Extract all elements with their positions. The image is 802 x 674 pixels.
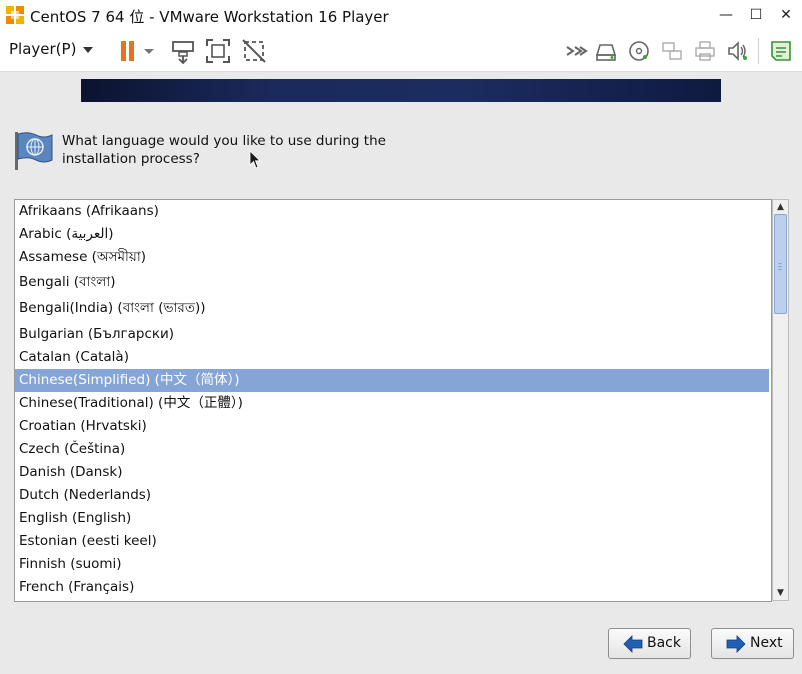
network-icon[interactable] xyxy=(659,38,685,64)
language-list-item[interactable]: Czech (Čeština) xyxy=(15,438,769,461)
language-list-item[interactable]: Chinese(Simplified) (中文（简体）) xyxy=(15,369,769,392)
message-log-icon[interactable] xyxy=(768,38,794,64)
next-button[interactable]: Next xyxy=(711,628,794,659)
language-list-item[interactable]: Croatian (Hrvatski) xyxy=(15,415,769,438)
pause-icon[interactable] xyxy=(115,38,141,64)
language-list-item[interactable]: Arabic (العربية) xyxy=(15,223,769,246)
unity-icon[interactable] xyxy=(241,38,267,64)
language-list-item[interactable]: Catalan (Català) xyxy=(15,346,769,369)
language-question: What language would you like to use duri… xyxy=(62,132,422,168)
cd-dvd-icon[interactable] xyxy=(626,38,652,64)
player-menu[interactable]: Player(P) xyxy=(9,40,76,58)
next-button-label: Next xyxy=(750,635,783,651)
title-bar: CentOS 7 64 位 - VMware Workstation 16 Pl… xyxy=(0,0,802,30)
toolbar-separator xyxy=(758,38,759,64)
back-arrow-icon xyxy=(623,635,643,653)
maximize-button[interactable]: ☐ xyxy=(742,2,770,28)
close-icon: ✕ xyxy=(780,7,792,23)
language-list-item[interactable]: Bengali(India) (বাংলা (ভারত)) xyxy=(15,297,769,320)
language-list-scrollbar[interactable]: ▲ – – – ▼ xyxy=(772,199,789,601)
player-menu-dropdown-icon[interactable] xyxy=(83,47,93,53)
mouse-cursor-icon xyxy=(249,150,261,169)
hard-disk-icon[interactable] xyxy=(593,38,619,64)
minimize-icon: — xyxy=(719,7,733,23)
language-list-item[interactable]: English (English) xyxy=(15,507,769,530)
language-flag-icon xyxy=(15,132,53,170)
language-list-item[interactable]: Bengali (বাংলা) xyxy=(15,271,769,294)
minimize-button[interactable]: — xyxy=(712,2,740,28)
language-list[interactable]: Afrikaans (Afrikaans) Arabic (العربية) Ass… xyxy=(14,199,772,602)
window-title: CentOS 7 64 位 - VMware Workstation 16 Pl… xyxy=(30,8,389,26)
sound-icon[interactable] xyxy=(725,38,751,64)
scroll-grip-icon: – – – xyxy=(778,259,782,274)
close-button[interactable]: ✕ xyxy=(772,2,800,28)
printer-icon[interactable] xyxy=(692,38,718,64)
question-line-2: installation process? xyxy=(62,151,200,167)
language-list-item[interactable]: Assamese (অসমীয়া) xyxy=(15,246,769,269)
more-devices-icon[interactable] xyxy=(563,38,589,64)
scroll-down-arrow-icon[interactable]: ▼ xyxy=(773,586,788,600)
pause-dropdown-icon[interactable] xyxy=(141,38,157,64)
language-list-item[interactable]: Chinese(Traditional) (中文（正體）) xyxy=(15,392,769,415)
maximize-icon: ☐ xyxy=(749,7,763,23)
guest-display[interactable]: What language would you like to use duri… xyxy=(0,72,802,674)
scroll-up-arrow-icon[interactable]: ▲ xyxy=(773,200,788,214)
language-list-item[interactable]: Afrikaans (Afrikaans) xyxy=(15,200,769,223)
language-list-item[interactable]: Danish (Dansk) xyxy=(15,461,769,484)
back-button[interactable]: Back xyxy=(608,628,691,659)
scroll-thumb[interactable]: – – – xyxy=(774,214,787,314)
question-line-1: What language would you like to use duri… xyxy=(62,133,386,149)
language-list-item[interactable]: Estonian (eesti keel) xyxy=(15,530,769,553)
toolbar: Player(P) xyxy=(0,30,802,72)
send-ctrl-alt-del-icon[interactable] xyxy=(170,38,196,64)
language-list-item[interactable]: Bulgarian (Български) xyxy=(15,323,769,346)
next-arrow-icon xyxy=(726,635,746,653)
fullscreen-icon[interactable] xyxy=(205,38,231,64)
language-list-item[interactable]: Dutch (Nederlands) xyxy=(15,484,769,507)
language-list-item[interactable]: Finnish (suomi) xyxy=(15,553,769,576)
back-button-label: Back xyxy=(647,635,681,651)
language-list-item[interactable]: French (Français) xyxy=(15,576,769,599)
installer-banner xyxy=(81,79,721,102)
vmware-app-icon xyxy=(6,6,24,24)
